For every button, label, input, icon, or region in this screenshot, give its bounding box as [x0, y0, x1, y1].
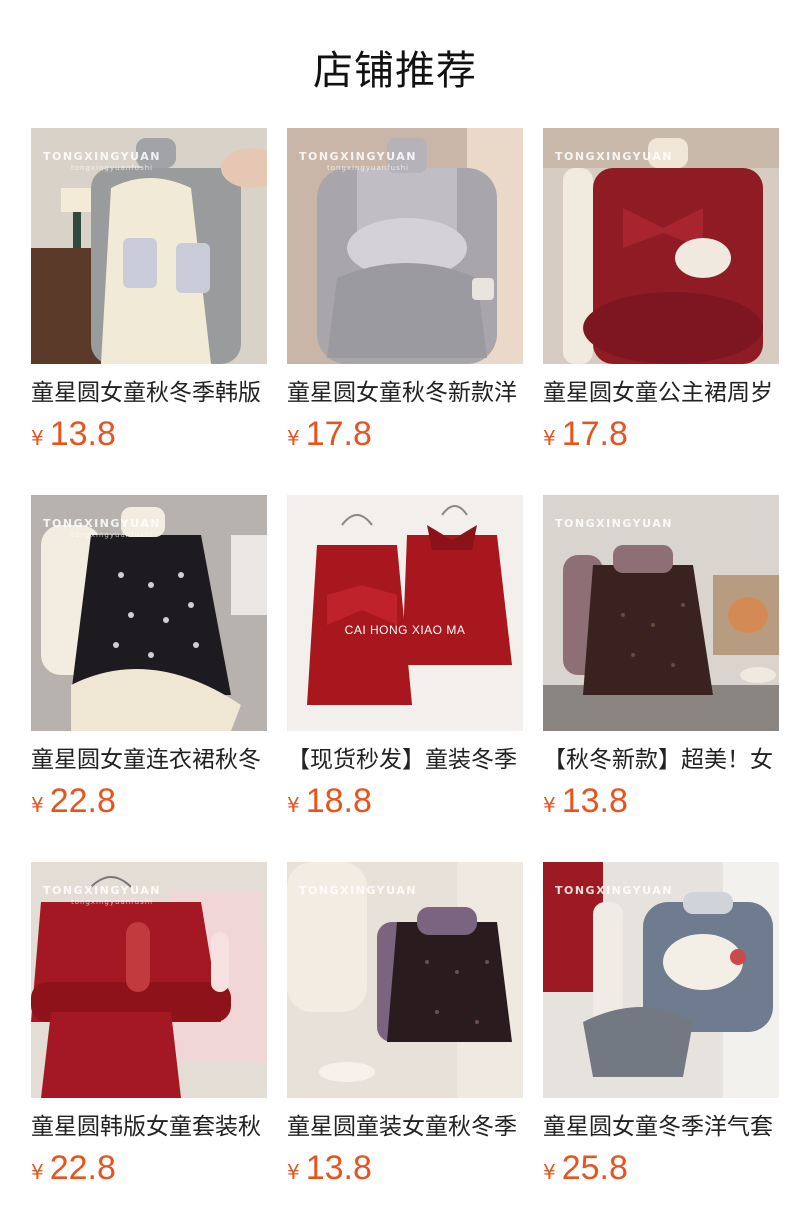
product-price: ¥18.8: [287, 781, 523, 827]
product-name[interactable]: 童星圆女童秋冬新款洋: [287, 378, 523, 408]
watermark-text: TONGXINGYUAN: [299, 150, 417, 163]
price-value: 13.8: [561, 782, 628, 820]
product-image[interactable]: CAI HONG XIAO MA: [287, 495, 523, 731]
price-value: 13.8: [305, 1149, 372, 1187]
watermark-subtext: tongxingyuanfushi: [71, 898, 154, 906]
currency-symbol: ¥: [31, 426, 44, 450]
watermark-text: TONGXINGYUAN: [555, 517, 673, 530]
price-value: 25.8: [561, 1149, 628, 1187]
price-value: 22.8: [49, 1149, 116, 1187]
price-value: 17.8: [305, 415, 372, 453]
product-photo: [543, 495, 779, 731]
product-name[interactable]: 【现货秒发】童装冬季: [287, 745, 523, 775]
price-value: 13.8: [49, 415, 116, 453]
product-photo: [287, 495, 523, 731]
product-card[interactable]: TONGXINGYUAN tongxingyuanfushi 童星圆韩版女童套装…: [31, 862, 267, 1192]
product-price: ¥17.8: [287, 414, 523, 460]
product-image[interactable]: TONGXINGYUAN tongxingyuanfushi: [31, 862, 267, 1098]
price-value: 18.8: [305, 782, 372, 820]
product-price: ¥22.8: [31, 781, 267, 827]
product-photo: [543, 128, 779, 364]
product-image[interactable]: TONGXINGYUAN: [543, 128, 779, 364]
product-card[interactable]: TONGXINGYUAN tongxingyuanfushi 童星圆女童秋冬季韩…: [31, 128, 267, 458]
product-image[interactable]: TONGXINGYUAN tongxingyuanfushi: [287, 128, 523, 364]
currency-symbol: ¥: [287, 1160, 300, 1184]
brand-overlay: CAI HONG XIAO MA: [344, 623, 466, 637]
product-name[interactable]: 童星圆女童冬季洋气套: [543, 1112, 779, 1142]
product-name[interactable]: 童星圆韩版女童套装秋: [31, 1112, 267, 1142]
product-photo: [543, 862, 779, 1098]
product-price: ¥13.8: [543, 781, 779, 827]
product-card[interactable]: CAI HONG XIAO MA 【现货秒发】童装冬季 ¥18.8: [287, 495, 523, 825]
watermark-text: TONGXINGYUAN: [299, 884, 417, 897]
product-price: ¥13.8: [31, 414, 267, 460]
product-card[interactable]: TONGXINGYUAN 童星圆女童公主裙周岁 ¥17.8: [543, 128, 779, 458]
product-card[interactable]: TONGXINGYUAN 童星圆女童冬季洋气套 ¥25.8: [543, 862, 779, 1192]
product-image[interactable]: TONGXINGYUAN tongxingyuanfushi: [31, 128, 267, 364]
product-name[interactable]: 童星圆女童连衣裙秋冬: [31, 745, 267, 775]
product-image[interactable]: TONGXINGYUAN: [543, 495, 779, 731]
product-card[interactable]: TONGXINGYUAN tongxingyuanfushi 童星圆女童连衣裙秋…: [31, 495, 267, 825]
currency-symbol: ¥: [543, 793, 556, 817]
product-name[interactable]: 童星圆女童公主裙周岁: [543, 378, 779, 408]
watermark-text: TONGXINGYUAN: [43, 884, 161, 897]
watermark-text: TONGXINGYUAN: [555, 150, 673, 163]
product-card[interactable]: TONGXINGYUAN 【秋冬新款】超美！女 ¥13.8: [543, 495, 779, 825]
product-price: ¥22.8: [31, 1148, 267, 1194]
currency-symbol: ¥: [287, 426, 300, 450]
currency-symbol: ¥: [543, 426, 556, 450]
product-name[interactable]: 童星圆童装女童秋冬季: [287, 1112, 523, 1142]
product-price: ¥13.8: [287, 1148, 523, 1194]
currency-symbol: ¥: [31, 793, 44, 817]
price-value: 22.8: [49, 782, 116, 820]
product-photo: [287, 862, 523, 1098]
product-card[interactable]: TONGXINGYUAN 童星圆童装女童秋冬季 ¥13.8: [287, 862, 523, 1192]
page-title: 店铺推荐: [313, 48, 477, 94]
watermark-subtext: tongxingyuanfushi: [71, 164, 154, 172]
watermark-text: TONGXINGYUAN: [555, 884, 673, 897]
watermark-subtext: tongxingyuanfushi: [327, 164, 410, 172]
product-price: ¥25.8: [543, 1148, 779, 1194]
product-name[interactable]: 【秋冬新款】超美！女: [543, 745, 779, 775]
watermark-text: TONGXINGYUAN: [43, 517, 161, 530]
watermark-subtext: tongxingyuanfushi: [71, 531, 154, 539]
product-image[interactable]: TONGXINGYUAN: [287, 862, 523, 1098]
currency-symbol: ¥: [287, 793, 300, 817]
watermark-text: TONGXINGYUAN: [43, 150, 161, 163]
product-name[interactable]: 童星圆女童秋冬季韩版: [31, 378, 267, 408]
currency-symbol: ¥: [31, 1160, 44, 1184]
price-value: 17.8: [561, 415, 628, 453]
product-image[interactable]: TONGXINGYUAN tongxingyuanfushi: [31, 495, 267, 731]
product-image[interactable]: TONGXINGYUAN: [543, 862, 779, 1098]
currency-symbol: ¥: [543, 1160, 556, 1184]
product-card[interactable]: TONGXINGYUAN tongxingyuanfushi 童星圆女童秋冬新款…: [287, 128, 523, 458]
product-price: ¥17.8: [543, 414, 779, 460]
